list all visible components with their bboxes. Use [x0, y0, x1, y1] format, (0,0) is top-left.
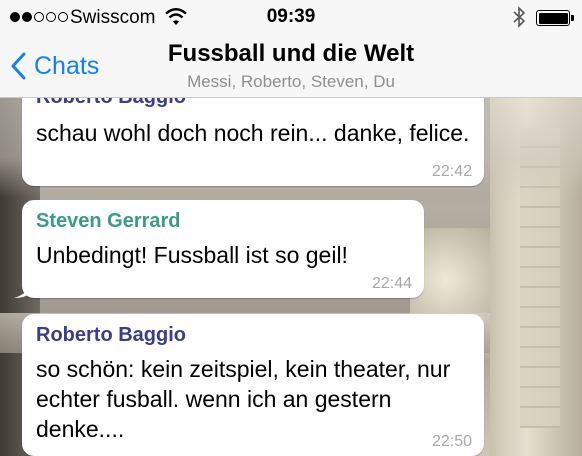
message-bubble[interactable]: Roberto Baggio schau wohl doch noch rein… — [22, 98, 484, 186]
navigation-bar: Chats Fussball und die Welt Messi, Rober… — [0, 36, 582, 98]
battery-icon — [536, 10, 570, 26]
message-time: 22:50 — [431, 433, 472, 450]
message-sender: Roberto Baggio — [36, 98, 186, 110]
message-text: schau wohl doch noch rein... danke, feli… — [36, 120, 470, 146]
message-time: 22:42 — [431, 163, 472, 180]
chat-wallpaper: Roberto Baggio schau wohl doch noch rein… — [0, 98, 582, 456]
status-bar: Swisscom 09:39 — [0, 0, 582, 36]
message-bubble[interactable]: Steven Gerrard Unbedingt! Fussball ist s… — [14, 200, 424, 298]
message-bubble[interactable]: Roberto Baggio so schön: kein zeitspiel,… — [22, 314, 484, 456]
chat-participants[interactable]: Messi, Roberto, Steven, Du — [0, 72, 582, 92]
message-time: 22:44 — [371, 275, 412, 292]
message-text: Unbedingt! Fussball ist so geil! — [36, 242, 348, 268]
status-time: 09:39 — [266, 6, 316, 27]
battery-tip — [571, 15, 574, 21]
battery-fill — [538, 12, 568, 24]
bubble-tail-icon — [14, 282, 32, 298]
message-sender: Steven Gerrard — [36, 210, 181, 232]
bluetooth-icon — [513, 6, 525, 28]
chat-title[interactable]: Fussball und die Welt — [0, 40, 582, 68]
message-sender: Roberto Baggio — [36, 324, 186, 346]
message-text: so schön: kein zeitspiel, kein theater, … — [36, 356, 451, 442]
